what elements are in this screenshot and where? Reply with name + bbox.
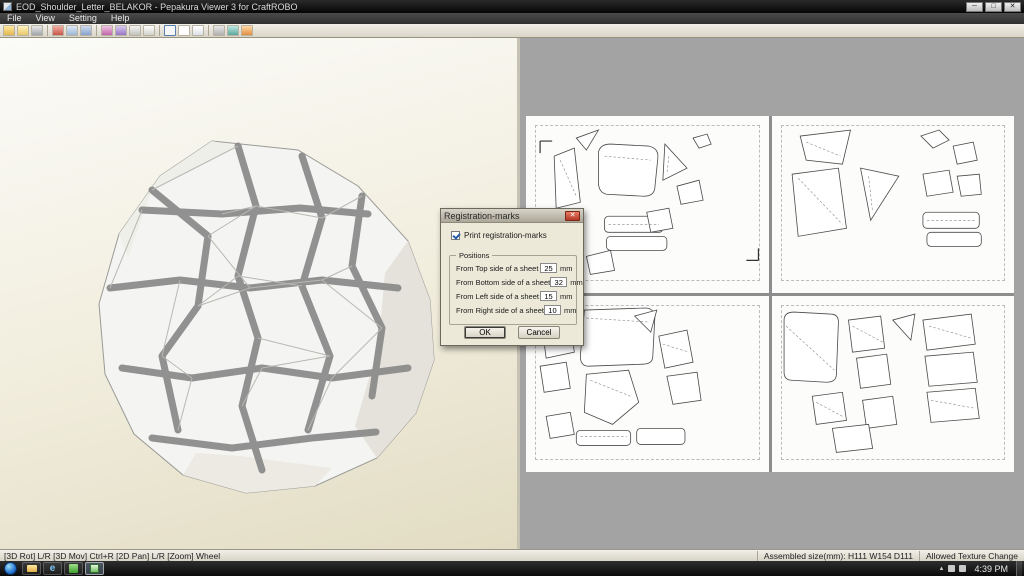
select-cursor-icon[interactable] (213, 25, 225, 36)
top-margin-input[interactable] (540, 263, 557, 273)
taskbar-item-explorer[interactable] (22, 562, 41, 575)
positions-group: Positions From Top side of a sheet mm Fr… (449, 251, 583, 325)
clock[interactable]: 4:39 PM (970, 564, 1012, 574)
field-label-top: From Top side of a sheet (456, 263, 539, 273)
close-button[interactable]: ✕ (1004, 1, 1021, 12)
toolbar-separator (47, 25, 48, 36)
measure-icon[interactable] (227, 25, 239, 36)
pattern-pieces (783, 311, 980, 453)
tray-expand-icon[interactable]: ▲ (939, 566, 945, 572)
taskbar-item-media-app[interactable] (64, 562, 83, 575)
right-margin-input[interactable] (543, 305, 561, 315)
field-label-right: From Right side of a sheet (456, 305, 544, 315)
toolbar-separator (159, 25, 160, 36)
view-2d-icon[interactable] (143, 25, 155, 36)
title-bar: EOD_Shoulder_Letter_BELAKOR - Pepakura V… (0, 0, 1024, 13)
status-assembled-size: Assembled size(mm): H111 W154 D111 (756, 550, 919, 561)
pepakura-icon (90, 564, 99, 573)
taskbar-item-internet-explorer[interactable]: e (43, 562, 62, 575)
menu-file[interactable]: File (0, 13, 29, 24)
unit-label: mm (560, 291, 573, 301)
menu-view[interactable]: View (29, 13, 62, 24)
dialog-close-icon[interactable]: ✕ (565, 210, 580, 221)
export-icon[interactable] (80, 25, 92, 36)
view-3d-icon[interactable] (129, 25, 141, 36)
toolbar-separator (208, 25, 209, 36)
open-icon[interactable] (3, 25, 15, 36)
checkbox-label: Print registration-marks (464, 231, 547, 240)
fit-view-icon[interactable] (178, 25, 190, 36)
toolbar-separator (96, 25, 97, 36)
field-label-bottom: From Bottom side of a sheet (456, 277, 551, 287)
taskbar-item-pepakura[interactable] (85, 562, 104, 575)
internet-explorer-icon: e (49, 562, 56, 574)
print-registration-marks-checkbox[interactable] (451, 231, 460, 240)
show-desktop-button[interactable] (1016, 561, 1022, 576)
registration-marks-dialog: Registration-marks ✕ Print registration-… (440, 208, 584, 346)
zoom-icon[interactable] (164, 25, 176, 36)
positions-group-label: Positions (456, 251, 493, 260)
bottom-margin-input[interactable] (550, 277, 568, 287)
unit-label: mm (560, 263, 573, 273)
toolbar (0, 24, 1024, 38)
window-title: EOD_Shoulder_Letter_BELAKOR - Pepakura V… (16, 1, 298, 12)
unit-label: mm (563, 305, 577, 315)
pattern-pieces (791, 129, 982, 247)
viewport-2d[interactable] (520, 38, 1024, 549)
status-texture: Allowed Texture Change (919, 550, 1024, 561)
status-hint: [3D Rot] L/R [3D Mov] Ctrl+R [2D Pan] L/… (4, 550, 221, 561)
windows-taskbar: e ▲ 4:39 PM (0, 561, 1024, 576)
start-button[interactable] (4, 562, 17, 575)
menu-setting[interactable]: Setting (62, 13, 104, 24)
print-icon[interactable] (31, 25, 43, 36)
cancel-button[interactable]: Cancel (518, 326, 560, 339)
window-box-icon[interactable] (192, 25, 204, 36)
maximize-button[interactable]: □ (985, 1, 1002, 12)
pattern-sheet (526, 116, 1014, 472)
app-icon (3, 2, 12, 11)
volume-icon[interactable] (959, 565, 967, 572)
registration-mark (746, 248, 760, 262)
minimize-button[interactable]: ─ (966, 1, 983, 12)
registration-mark (539, 140, 553, 154)
status-bar: [3D Rot] L/R [3D Mov] Ctrl+R [2D Pan] L/… (0, 549, 1024, 561)
menu-help[interactable]: Help (104, 13, 137, 24)
system-tray: ▲ 4:39 PM (939, 561, 1024, 576)
network-icon[interactable] (948, 565, 956, 572)
menu-bar: File View Setting Help (0, 13, 1024, 24)
pen-icon[interactable] (241, 25, 253, 36)
pepakura-viewer-window: EOD_Shoulder_Letter_BELAKOR - Pepakura V… (0, 0, 1024, 576)
field-label-left: From Left side of a sheet (456, 291, 539, 301)
dialog-title-bar[interactable]: Registration-marks ✕ (441, 209, 583, 223)
pattern-page-4 (771, 295, 1014, 472)
ok-button[interactable]: OK (464, 326, 506, 339)
texture-icon[interactable] (101, 25, 113, 36)
folder-icon (26, 565, 37, 572)
left-margin-input[interactable] (540, 291, 557, 301)
media-app-icon (69, 564, 78, 573)
pattern-page-2 (771, 116, 1014, 293)
copy-icon[interactable] (66, 25, 78, 36)
dialog-title: Registration-marks (444, 210, 520, 221)
settings-icon[interactable] (52, 25, 64, 36)
unit-label: mm (570, 277, 583, 287)
palette-icon[interactable] (115, 25, 127, 36)
import-icon[interactable] (17, 25, 29, 36)
